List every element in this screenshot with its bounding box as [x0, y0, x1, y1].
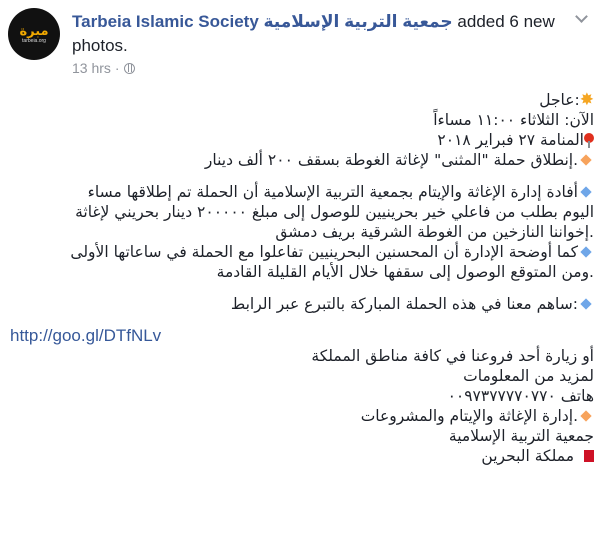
post-line: .إخواننا النازخين من الغوطة الشرقية بريف… [275, 223, 594, 241]
page-name-link[interactable]: Tarbeia Islamic Society جمعية التربية ال… [72, 12, 453, 31]
post-line: لمزيد من المعلومات [463, 367, 594, 385]
small-orange-diamond-icon [580, 410, 592, 422]
post-line: .إنطلاق حملة "المثنى" لإغاثة الغوطة بسقف… [10, 150, 594, 170]
timestamp-link[interactable]: 13 hrs [72, 60, 111, 76]
post-line: اليوم بطلب من فاعلي خير بحرينيين للوصول … [75, 203, 594, 221]
small-orange-diamond-icon [580, 154, 592, 166]
post-line: المنامة ٢٧ فبراير ٢٠١٨ [10, 130, 594, 150]
avatar-logo-text: مبرة [19, 22, 49, 38]
donation-link[interactable]: http://goo.gl/DTfNLv [10, 326, 594, 346]
post-line: .إدارة الإغاثة والإيتام والمشروعات [10, 406, 594, 426]
post-body: ✸:عاجل الآن: الثلاثاء ١١:٠٠ مساءاً المنا… [10, 90, 594, 466]
post-line: ✸:عاجل [539, 90, 594, 110]
post-line: مملكة البحرين [10, 446, 594, 466]
page-avatar[interactable]: مبرة tarbeia.org [8, 8, 60, 60]
round-pushpin-icon [584, 133, 594, 148]
post-line: جمعية التربية الإسلامية [448, 427, 594, 445]
post-line: هاتف ٠٠٩٧٣٧٧٧٧٠٧٧٠ [447, 387, 594, 405]
avatar-logo-sub: tarbeia.org [22, 37, 46, 44]
chevron-down-icon[interactable] [572, 10, 590, 28]
post-headline: Tarbeia Islamic Society جمعية التربية ال… [72, 10, 562, 58]
small-blue-diamond-icon [580, 298, 592, 310]
post-line: .ومن المتوقع الوصول إلى سقفها خلال الأيا… [216, 263, 594, 281]
post-line: :ساهم معنا في هذه الحملة المباركة بالتبر… [10, 294, 594, 314]
post-meta: 13 hrs · [72, 60, 135, 76]
bahrain-flag-icon [578, 450, 594, 462]
post-line: أفادة إدارة الإغاثة والإيتام بجمعية التر… [10, 182, 594, 202]
post-line: الآن: الثلاثاء ١١:٠٠ مساءاً [433, 111, 594, 129]
collision-icon: ✸ [579, 90, 594, 110]
post-line: كما أوضحة الإدارة أن المحسنين البحرينيين… [10, 242, 594, 262]
post-line: أو زيارة أحد فروعنا في كافة مناطق المملك… [311, 347, 594, 365]
post-header: مبرة tarbeia.org Tarbeia Islamic Society… [8, 8, 592, 78]
small-blue-diamond-icon [580, 186, 592, 198]
small-blue-diamond-icon [580, 246, 592, 258]
globe-icon[interactable] [123, 62, 135, 74]
meta-separator: · [114, 60, 120, 76]
